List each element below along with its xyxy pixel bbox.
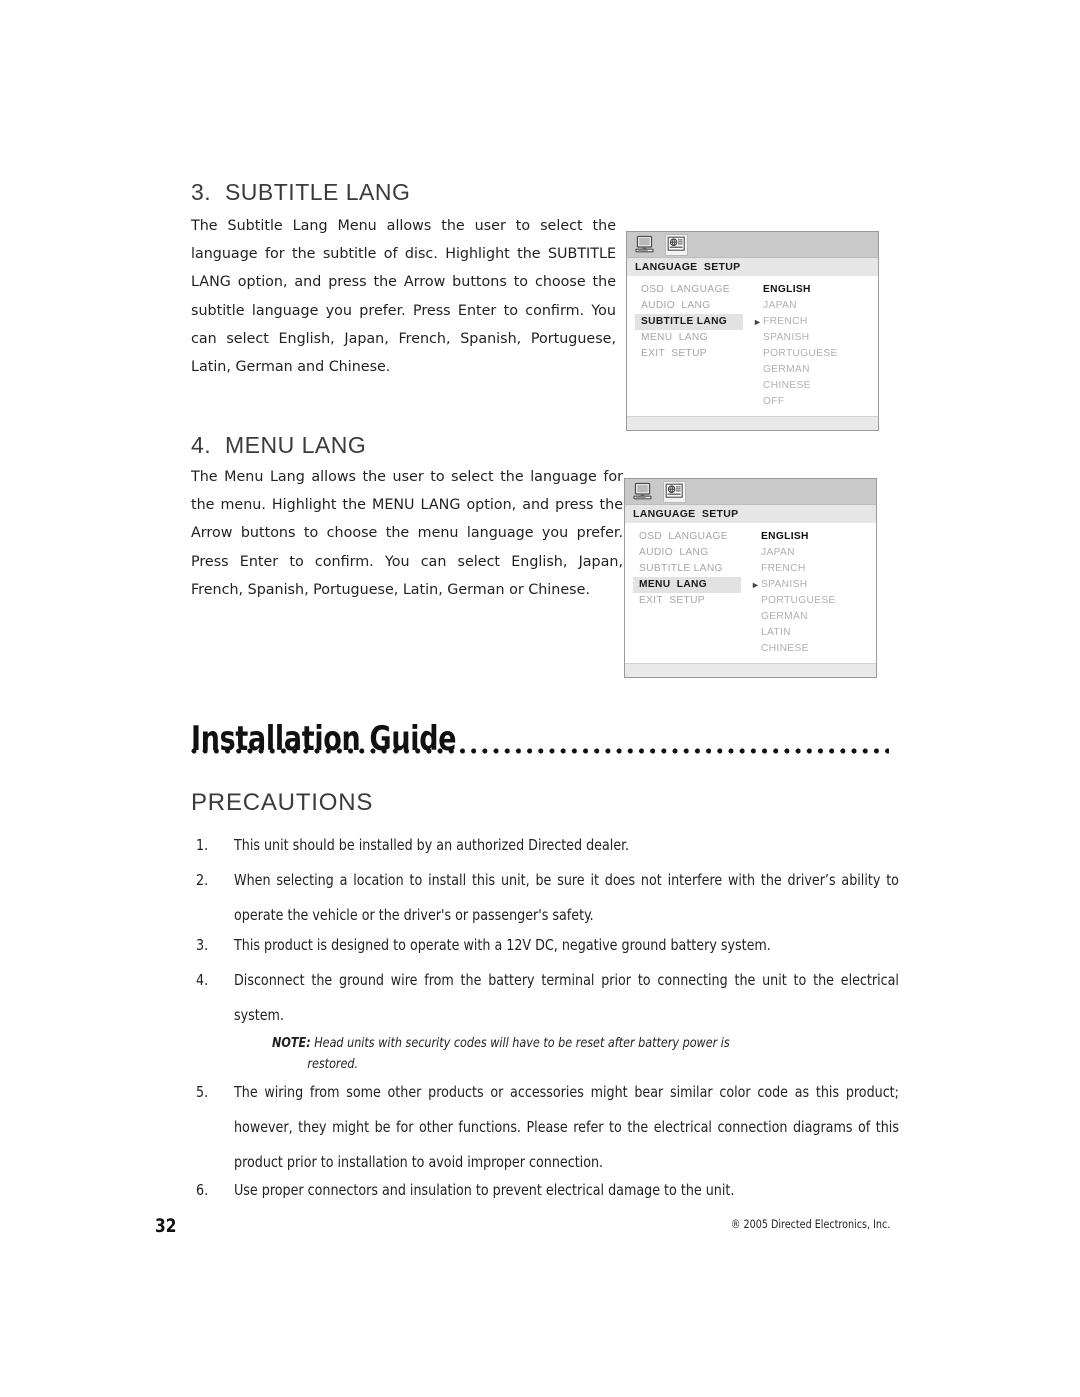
osd-footer-bar bbox=[625, 663, 876, 677]
osd-option-label: GERMAN bbox=[763, 364, 810, 375]
osd-option-label: PORTUGUESE bbox=[761, 595, 836, 606]
osd-item-osd-language[interactable]: OSD LANGUAGE bbox=[635, 282, 747, 298]
osd-option-english[interactable]: ENGLISH bbox=[763, 282, 878, 298]
list-item-number: 3. bbox=[196, 936, 209, 954]
osd-item-audio-lang[interactable]: AUDIO LANG bbox=[635, 298, 747, 314]
osd-option-portuguese[interactable]: PORTUGUESE bbox=[761, 593, 876, 609]
monitor-icon[interactable] bbox=[633, 482, 654, 502]
osd-option-label: LATIN bbox=[761, 627, 791, 638]
selection-arrow-icon: ► bbox=[751, 580, 761, 590]
osd-option-label: PORTUGUESE bbox=[763, 348, 838, 359]
osd-option-column: ENGLISH JAPAN ► FRENCH SPANISH PORTUGUESE… bbox=[747, 282, 878, 410]
note-text-continued: restored. bbox=[307, 1057, 359, 1072]
osd-option-spanish[interactable]: SPANISH bbox=[763, 330, 878, 346]
dotted-divider bbox=[191, 748, 889, 754]
manual-page: 3. SUBTITLE LANG The Subtitle Lang Menu … bbox=[0, 0, 1080, 1397]
osd-item-audio-lang[interactable]: AUDIO LANG bbox=[633, 545, 745, 561]
osd-option-label: JAPAN bbox=[761, 547, 795, 558]
osd-left-column: OSD LANGUAGE AUDIO LANG SUBTITLE LANG ME… bbox=[625, 529, 745, 609]
osd-option-spanish[interactable]: ► SPANISH bbox=[751, 577, 876, 593]
section-body-menu-lang: The Menu Lang allows the user to select … bbox=[191, 469, 623, 598]
section-body-subtitle-lang: The Subtitle Lang Menu allows the user t… bbox=[191, 218, 616, 376]
osd-option-label: CHINESE bbox=[763, 380, 811, 391]
list-item-number: 1. bbox=[196, 836, 209, 854]
osd-item-menu-lang[interactable]: MENU LANG bbox=[635, 330, 747, 346]
osd-left-column: OSD LANGUAGE AUDIO LANG SUBTITLE LANG ME… bbox=[627, 282, 747, 362]
osd-item-exit-setup[interactable]: EXIT SETUP bbox=[633, 593, 745, 609]
osd-item-exit-setup[interactable]: EXIT SETUP bbox=[635, 346, 747, 362]
list-item: When selecting a location to install thi… bbox=[234, 871, 899, 924]
list-item: The wiring from some other products or a… bbox=[234, 1083, 899, 1171]
osd-body: OSD LANGUAGE AUDIO LANG SUBTITLE LANG ME… bbox=[627, 276, 878, 416]
osd-body: OSD LANGUAGE AUDIO LANG SUBTITLE LANG ME… bbox=[625, 523, 876, 663]
selection-arrow-icon: ► bbox=[753, 317, 763, 327]
note-label: NOTE: bbox=[272, 1036, 311, 1051]
osd-option-japan[interactable]: JAPAN bbox=[761, 545, 876, 561]
list-item: This unit should be installed by an auth… bbox=[234, 836, 630, 854]
osd-footer-bar bbox=[627, 416, 878, 430]
osd-title: LANGUAGE SETUP bbox=[633, 508, 739, 520]
osd-title-bar: LANGUAGE SETUP bbox=[627, 258, 878, 276]
osd-option-label: ENGLISH bbox=[763, 284, 811, 295]
osd-option-label: CHINESE bbox=[761, 643, 809, 654]
monitor-icon[interactable] bbox=[635, 235, 656, 255]
language-globe-icon[interactable] bbox=[663, 480, 686, 503]
osd-option-label: FRENCH bbox=[761, 563, 806, 574]
osd-option-french[interactable]: ► FRENCH bbox=[753, 314, 878, 330]
section-heading-precautions: PRECAUTIONS bbox=[191, 789, 374, 816]
osd-title-bar: LANGUAGE SETUP bbox=[625, 505, 876, 523]
copyright-notice: ® 2005 Directed Electronics, Inc. bbox=[730, 1217, 890, 1231]
osd-option-japan[interactable]: JAPAN bbox=[763, 298, 878, 314]
osd-option-label: FRENCH bbox=[763, 316, 808, 327]
osd-item-osd-language[interactable]: OSD LANGUAGE bbox=[633, 529, 745, 545]
list-item-number: 6. bbox=[196, 1181, 209, 1199]
osd-option-chinese[interactable]: CHINESE bbox=[761, 641, 876, 657]
note-block: NOTE: Head units with security codes wil… bbox=[272, 1033, 793, 1075]
osd-item-menu-lang[interactable]: MENU LANG bbox=[633, 577, 741, 593]
osd-option-label: GERMAN bbox=[761, 611, 808, 622]
list-item-number: 4. bbox=[196, 971, 209, 989]
list-item: Disconnect the ground wire from the batt… bbox=[234, 971, 899, 1024]
osd-icon-bar bbox=[627, 232, 878, 258]
osd-option-french[interactable]: FRENCH bbox=[761, 561, 876, 577]
list-item: Use proper connectors and insulation to … bbox=[234, 1181, 735, 1199]
osd-item-subtitle-lang[interactable]: SUBTITLE LANG bbox=[633, 561, 745, 577]
osd-menu-subtitle-lang: LANGUAGE SETUP OSD LANGUAGE AUDIO LANG S… bbox=[626, 231, 879, 431]
osd-option-english[interactable]: ENGLISH bbox=[761, 529, 876, 545]
page-number: 32 bbox=[155, 1215, 177, 1237]
osd-option-label: SPANISH bbox=[763, 332, 810, 343]
osd-option-portuguese[interactable]: PORTUGUESE bbox=[763, 346, 878, 362]
language-globe-icon[interactable] bbox=[665, 233, 688, 256]
list-item-number: 5. bbox=[196, 1083, 209, 1101]
osd-option-off[interactable]: OFF bbox=[763, 394, 878, 410]
list-item: This product is designed to operate with… bbox=[234, 936, 771, 954]
osd-option-latin[interactable]: LATIN bbox=[761, 625, 876, 641]
osd-option-label: SPANISH bbox=[761, 579, 808, 590]
osd-option-chinese[interactable]: CHINESE bbox=[763, 378, 878, 394]
osd-option-german[interactable]: GERMAN bbox=[763, 362, 878, 378]
osd-option-german[interactable]: GERMAN bbox=[761, 609, 876, 625]
osd-menu-menu-lang: LANGUAGE SETUP OSD LANGUAGE AUDIO LANG S… bbox=[624, 478, 877, 678]
osd-option-label: OFF bbox=[763, 396, 785, 407]
osd-item-subtitle-lang[interactable]: SUBTITLE LANG bbox=[635, 314, 743, 330]
section-heading-subtitle-lang: 3. SUBTITLE LANG bbox=[191, 179, 411, 205]
osd-option-column: ENGLISH JAPAN FRENCH ► SPANISH PORTUGUESE… bbox=[745, 529, 876, 657]
osd-option-label: ENGLISH bbox=[761, 531, 809, 542]
osd-option-label: JAPAN bbox=[763, 300, 797, 311]
osd-icon-bar bbox=[625, 479, 876, 505]
osd-title: LANGUAGE SETUP bbox=[635, 261, 741, 273]
note-text: Head units with security codes will have… bbox=[314, 1036, 730, 1051]
section-heading-menu-lang: 4. MENU LANG bbox=[191, 432, 367, 458]
list-item-number: 2. bbox=[196, 871, 209, 889]
